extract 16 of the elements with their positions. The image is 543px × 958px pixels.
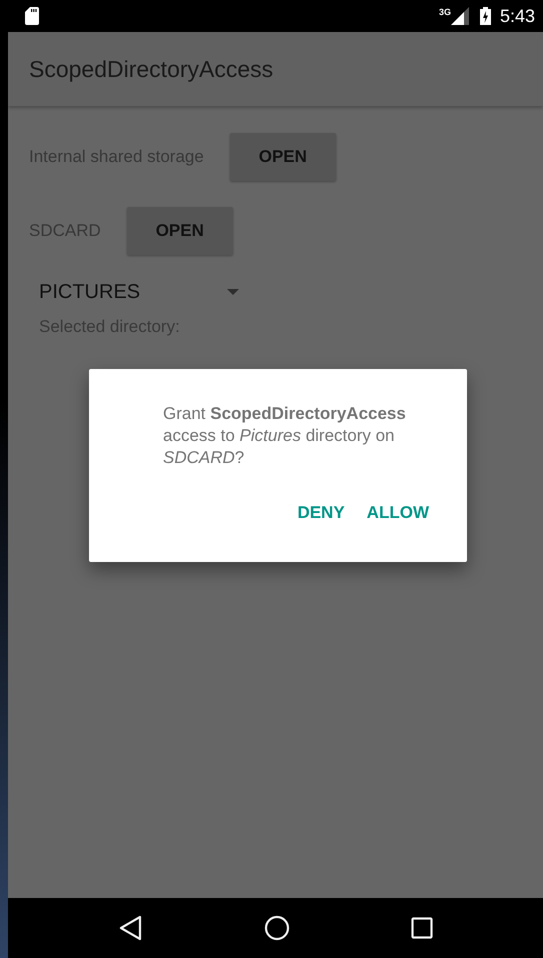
dialog-button[interactable]: ALLOW — [358, 495, 437, 531]
app-title: ScopedDirectoryAccess — [29, 56, 274, 82]
clock: 5:43 — [500, 6, 535, 26]
battery-charging-icon — [480, 7, 491, 25]
network-type: 3G — [438, 7, 451, 17]
recents-icon — [410, 917, 432, 939]
home-icon — [264, 915, 290, 941]
open-button[interactable]: OPEN — [126, 207, 233, 255]
directory-dropdown[interactable]: PICTURES — [39, 277, 239, 307]
back-icon — [118, 915, 142, 941]
dialog-message: Grant ScopedDirectoryAccess access to Pictures directory on SDCARD? — [163, 403, 407, 469]
dialog-button[interactable]: DENY — [289, 495, 353, 531]
signal-icon — [450, 7, 469, 25]
sd-card-icon — [25, 7, 39, 25]
open-button[interactable]: OPEN — [230, 133, 336, 181]
dropdown-arrow-icon — [227, 289, 239, 295]
